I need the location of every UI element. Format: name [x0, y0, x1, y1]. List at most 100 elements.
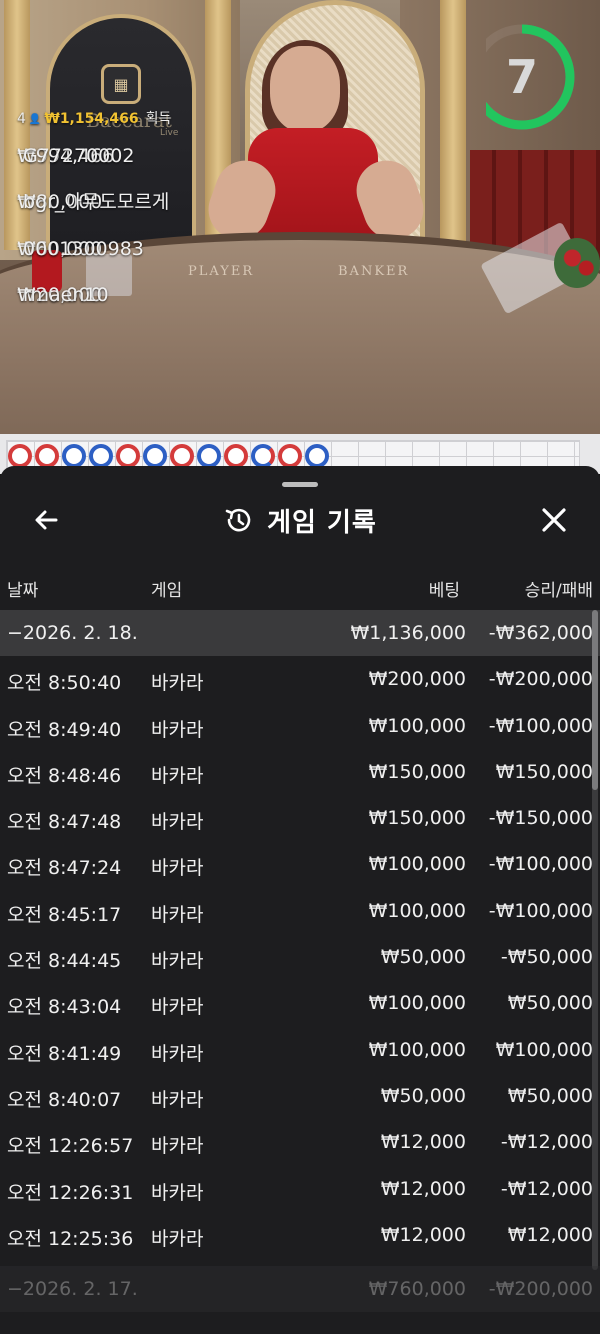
history-time: 오전 8:50:40: [7, 672, 122, 695]
sheet-header: 게임 기록: [0, 490, 600, 550]
banker-bead: [8, 444, 32, 468]
history-result: ₩50,000: [507, 1084, 593, 1107]
history-result: ₩150,000: [495, 760, 593, 783]
history-time: 오전 8:49:40: [7, 718, 122, 741]
history-time: 오전 8:41:49: [7, 1042, 122, 1065]
history-result: ₩50,000: [507, 992, 593, 1015]
flower-decoration: [554, 238, 600, 288]
history-bet: ₩50,000: [380, 1084, 466, 1107]
history-row[interactable]: 오전 8:47:48 바카라 ₩150,000 -₩150,000: [0, 795, 600, 841]
history-bet: ₩150,000: [368, 760, 466, 783]
history-icon: [225, 508, 251, 532]
player-bead: [62, 444, 86, 468]
history-result: -₩50,000: [500, 946, 593, 969]
history-bet: ₩12,000: [380, 1223, 466, 1246]
history-bet: ₩150,000: [368, 807, 466, 830]
history-result: -₩100,000: [488, 714, 593, 737]
history-time: 오전 8:44:45: [7, 950, 122, 973]
winner-row: ₩20,000 rmaen10: [17, 283, 109, 306]
history-result: ₩12,000: [507, 1223, 593, 1246]
winners-suffix: 획득: [145, 111, 172, 127]
history-game: 바카라: [151, 764, 204, 787]
history-game: 바카라: [151, 718, 204, 741]
history-game: 바카라: [151, 1181, 204, 1204]
dealer-head: [270, 46, 340, 132]
date-group-row[interactable]: −2026. 2. 18. ₩1,136,000 -₩362,000: [0, 610, 600, 657]
winners-count: 4: [17, 111, 26, 127]
history-row[interactable]: 오전 8:48:46 바카라 ₩150,000 ₩150,000: [0, 749, 600, 795]
history-row[interactable]: 오전 12:26:31 바카라 ₩12,000 -₩12,000: [0, 1166, 600, 1212]
history-bet: ₩100,000: [368, 853, 466, 876]
history-game: 바카라: [151, 1042, 204, 1065]
player-bead: [197, 444, 221, 468]
drag-handle[interactable]: [282, 482, 318, 487]
history-bet: ₩12,000: [380, 1177, 466, 1200]
history-game: 바카라: [151, 1227, 204, 1250]
pillar: [440, 0, 466, 250]
close-button[interactable]: [532, 500, 576, 540]
history-time: 오전 8:47:24: [7, 857, 122, 880]
history-bet: ₩100,000: [368, 992, 466, 1015]
history-game: 바카라: [151, 672, 204, 695]
history-bet: ₩100,000: [368, 899, 466, 922]
player-label: PLAYER: [188, 264, 255, 279]
banker-bead: [224, 444, 248, 468]
winner-row: ₩60,000 0001300983: [17, 237, 144, 260]
date-group-row[interactable]: −2026. 2. 17. ₩760,000 -₩200,000: [0, 1266, 600, 1312]
history-row[interactable]: 오전 12:25:36 바카라 ₩12,000 ₩12,000: [0, 1212, 600, 1258]
history-row[interactable]: 오전 8:40:07 바카라 ₩50,000 ₩50,000: [0, 1073, 600, 1119]
history-time: 오전 8:48:46: [7, 764, 122, 787]
history-row[interactable]: 오전 8:50:40 바카라 ₩200,000 -₩200,000: [0, 656, 600, 702]
history-row[interactable]: 오전 8:47:24 바카라 ₩100,000 -₩100,000: [0, 841, 600, 887]
history-time: 오전 12:26:31: [7, 1181, 134, 1204]
history-game: 바카라: [151, 950, 204, 973]
banker-bead: [170, 444, 194, 468]
history-result: -₩100,000: [488, 853, 593, 876]
player-bead: [251, 444, 275, 468]
history-time: 오전 12:25:36: [7, 1227, 134, 1250]
history-result: ₩100,000: [495, 1038, 593, 1061]
banker-label: BANKER: [338, 264, 410, 279]
timer-value: 7: [505, 50, 538, 104]
sheet-title: 게임 기록: [267, 507, 377, 538]
player-bead: [143, 444, 167, 468]
winners-total: ₩1,154,466: [44, 111, 139, 127]
countdown-timer: 7: [469, 22, 576, 132]
banker-bead: [278, 444, 302, 468]
winner-row: ₩80,000 bgr_아무도모르게: [17, 191, 170, 214]
history-row[interactable]: 오전 12:26:57 바카라 ₩12,000 -₩12,000: [0, 1119, 600, 1165]
history-row[interactable]: 오전 8:44:45 바카라 ₩50,000 -₩50,000: [0, 934, 600, 980]
history-bet: ₩200,000: [368, 668, 466, 691]
history-bet: ₩12,000: [380, 1131, 466, 1154]
title-wrap: 게임 기록: [0, 500, 600, 540]
col-date: 날짜: [7, 581, 39, 601]
game-history-sheet: 게임 기록 날짜 게임 베팅 승리/패배 −2026. 2. 18. ₩1,13…: [0, 466, 600, 1334]
col-bet: 베팅: [428, 581, 460, 601]
history-row[interactable]: 오전 8:45:17 바카라 ₩100,000 -₩100,000: [0, 888, 600, 934]
live-video-stream: PLAYER BANKER ▦ Baccarat Live 4 👤 ₩1,154…: [0, 0, 600, 434]
history-row[interactable]: 오전 8:41:49 바카라 ₩100,000 ₩100,000: [0, 1027, 600, 1073]
close-icon: [542, 508, 566, 532]
col-result: 승리/패배: [524, 581, 593, 601]
history-game: 바카라: [151, 1088, 204, 1111]
history-list: −2026. 2. 18. ₩1,136,000 -₩362,000 오전 8:…: [0, 610, 600, 1258]
history-game: 바카라: [151, 903, 204, 926]
history-row[interactable]: 오전 8:49:40 바카라 ₩100,000 -₩100,000: [0, 703, 600, 749]
scrollbar-thumb[interactable]: [592, 610, 598, 790]
history-time: 오전 8:47:48: [7, 811, 122, 834]
winners-list: 4 👤 ₩1,154,466 획득 ₩994,466 G77270002 ₩80,…: [17, 107, 171, 317]
history-game: 바카라: [151, 811, 204, 834]
history-row[interactable]: 오전 8:43:04 바카라 ₩100,000 ₩50,000: [0, 980, 600, 1026]
col-game: 게임: [151, 581, 183, 601]
history-result: -₩12,000: [500, 1177, 593, 1200]
history-time: 오전 8:40:07: [7, 1088, 122, 1111]
bead-road: [8, 444, 329, 468]
history-result: -₩100,000: [488, 899, 593, 922]
person-icon: 👤: [28, 114, 42, 125]
player-bead: [305, 444, 329, 468]
history-result: -₩200,000: [488, 668, 593, 691]
history-bet: ₩50,000: [380, 946, 466, 969]
column-headers: 날짜 게임 베팅 승리/패배: [0, 570, 600, 604]
banker-bead: [116, 444, 140, 468]
player-bead: [89, 444, 113, 468]
